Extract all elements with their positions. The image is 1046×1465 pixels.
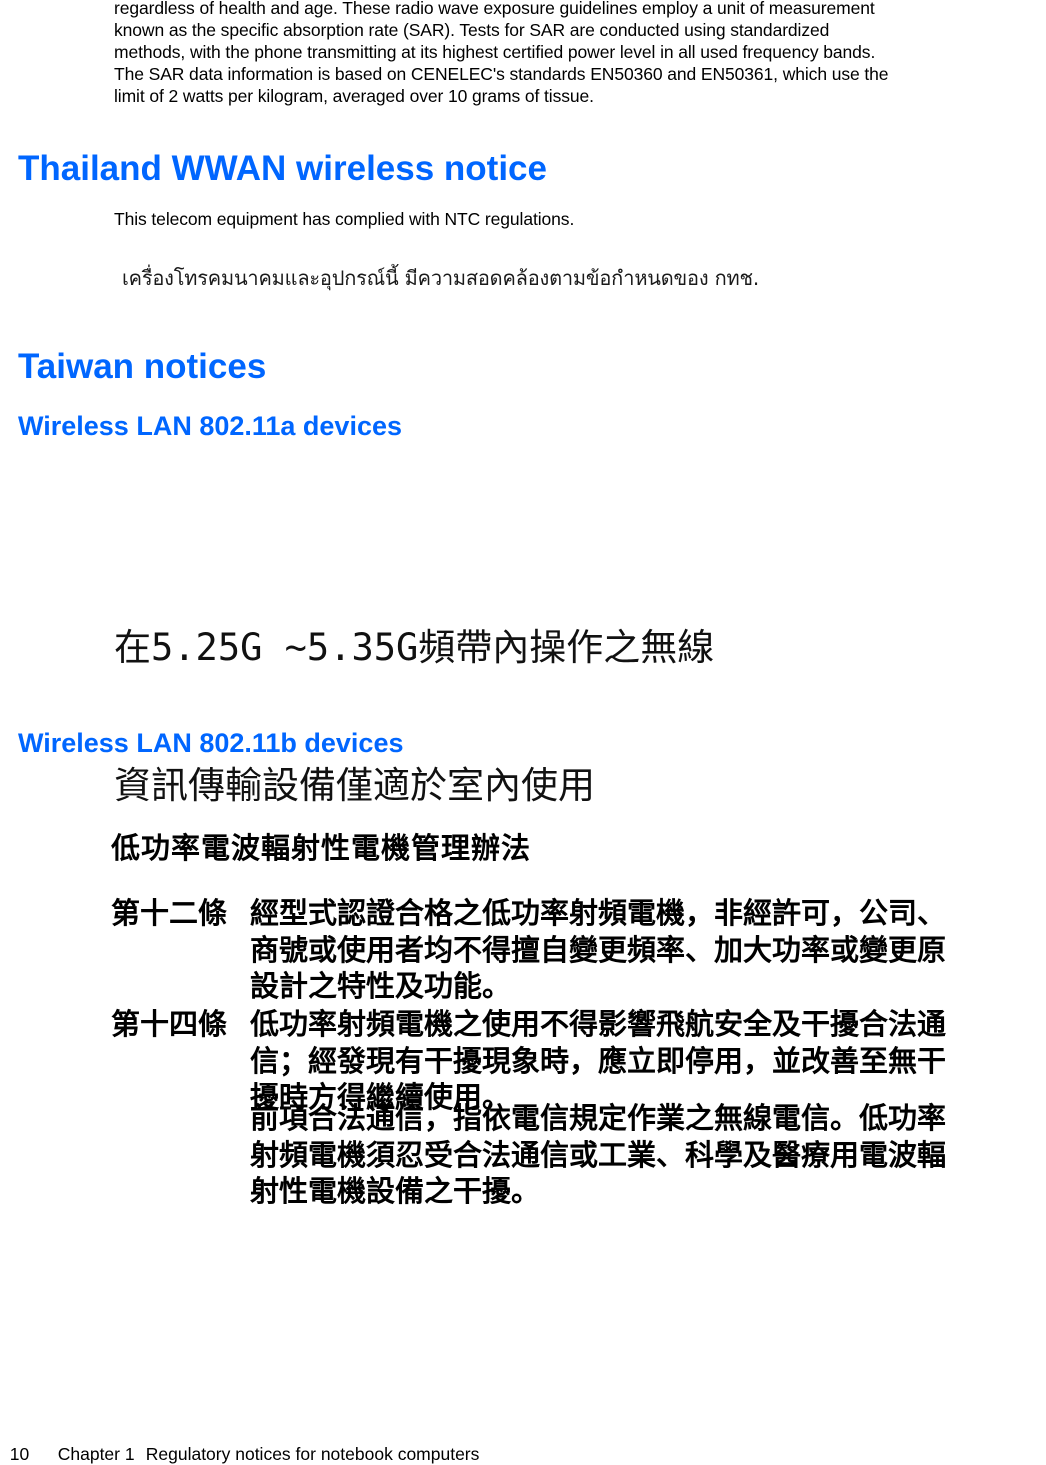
thailand-notice-thai-text: เครื่องโทรคมนาคมและอุปกรณ์นี้ มีความสอดค… [122, 266, 759, 290]
chapter-title: Regulatory notices for notebook computer… [145, 1444, 480, 1464]
article-line: 商號或使用者均不得擅自變更頻率、加大功率或變更原 [250, 932, 947, 967]
article-line: 信；經發現有干擾現象時，應立即停用，並改善至無干 [250, 1043, 947, 1078]
chapter-label: Chapter 1 [57, 1444, 135, 1464]
article-line: 前項合法通信，指依電信規定作業之無線電信。低功率 [250, 1101, 947, 1135]
notice-line: 在5.25G ~5.35G頻帶內操作之無線 [114, 626, 715, 669]
article-label: 第十二條 [111, 896, 228, 930]
notice-line: 資訊傳輸設備僅適於室內使用 [114, 764, 595, 807]
taiwan-regulation-title: 低功率電波輻射性電機管理辦法 [111, 831, 532, 865]
heading-wlan-80211b: Wireless LAN 802.11b devices [18, 728, 404, 758]
paragraph-line: regardless of health and age. These radi… [114, 0, 875, 18]
article-line: 射性電機設備之干擾。 [250, 1174, 541, 1208]
heading-taiwan-notices: Taiwan notices [18, 347, 267, 386]
paragraph-line: limit of 2 watts per kilogram, averaged … [114, 86, 594, 106]
article-line: 設計之特性及功能。 [250, 969, 512, 1003]
article-label: 第十四條 [111, 1007, 228, 1041]
sar-intro-paragraph: regardless of health and age. These radi… [114, 0, 1046, 107]
paragraph-line: known as the specific absorption rate (S… [114, 20, 830, 40]
article-line: 經型式認證合格之低功率射頻電機，非經許可，公司、 [250, 896, 947, 930]
heading-thailand-wwan: Thailand WWAN wireless notice [18, 149, 547, 188]
paragraph-line: methods, with the phone transmitting at … [114, 42, 876, 62]
paragraph-line: The SAR data information is based on CEN… [114, 64, 889, 84]
page-footer: 10 Chapter 1 Regulatory notices for notebo… [0, 1421, 480, 1465]
thailand-ntc-statement: This telecom equipment has complied with… [114, 209, 575, 229]
article-text: 經型式認證合格之低功率射頻電機，非經許可，公司、 商號或使用者均不得擅自變更頻率… [250, 895, 1046, 1005]
page-number: 10 [9, 1444, 30, 1464]
article-line: 射頻電機須忍受合法通信或工業、科學及醫療用電波輻 [250, 1137, 947, 1172]
article-14-continuation: 前項合法通信，指依電信規定作業之無線電信。低功率 射頻電機須忍受合法通信或工業、… [250, 1100, 946, 1210]
heading-wlan-80211a: Wireless LAN 802.11a devices [18, 411, 402, 441]
taiwan-80211a-notice: 在5.25G ~5.35G頻帶內操作之無線 資訊傳輸設備僅適於室內使用 [114, 533, 714, 855]
article-line: 低功率射頻電機之使用不得影響飛航安全及干擾合法通 [250, 1007, 947, 1041]
